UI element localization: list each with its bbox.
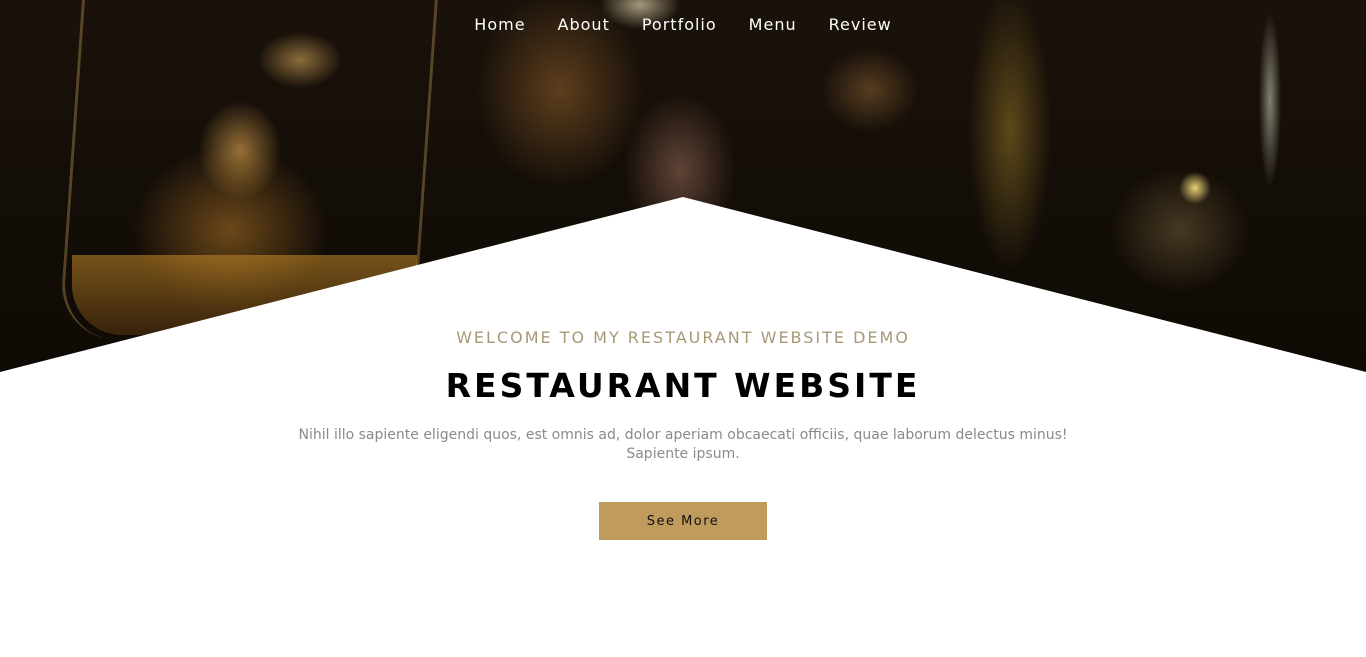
nav-about-link[interactable]: About <box>542 14 626 36</box>
main-nav: Home About Portfolio Menu Review <box>0 14 1366 36</box>
nav-home-link[interactable]: Home <box>458 14 541 36</box>
hero-content: WELCOME TO MY RESTAURANT WEBSITE DEMO RE… <box>0 328 1366 540</box>
nav-menu-link[interactable]: Menu <box>733 14 813 36</box>
hero-description: Nihil illo sapiente eligendi quos, est o… <box>298 427 1068 462</box>
page-title: RESTAURANT WEBSITE <box>445 366 921 405</box>
page: Home About Portfolio Menu Review WELCOME… <box>0 0 1366 657</box>
nav-review-link[interactable]: Review <box>813 14 908 36</box>
see-more-button[interactable]: See More <box>599 502 767 540</box>
nav-portfolio-link[interactable]: Portfolio <box>626 14 733 36</box>
welcome-kicker: WELCOME TO MY RESTAURANT WEBSITE DEMO <box>456 328 910 347</box>
